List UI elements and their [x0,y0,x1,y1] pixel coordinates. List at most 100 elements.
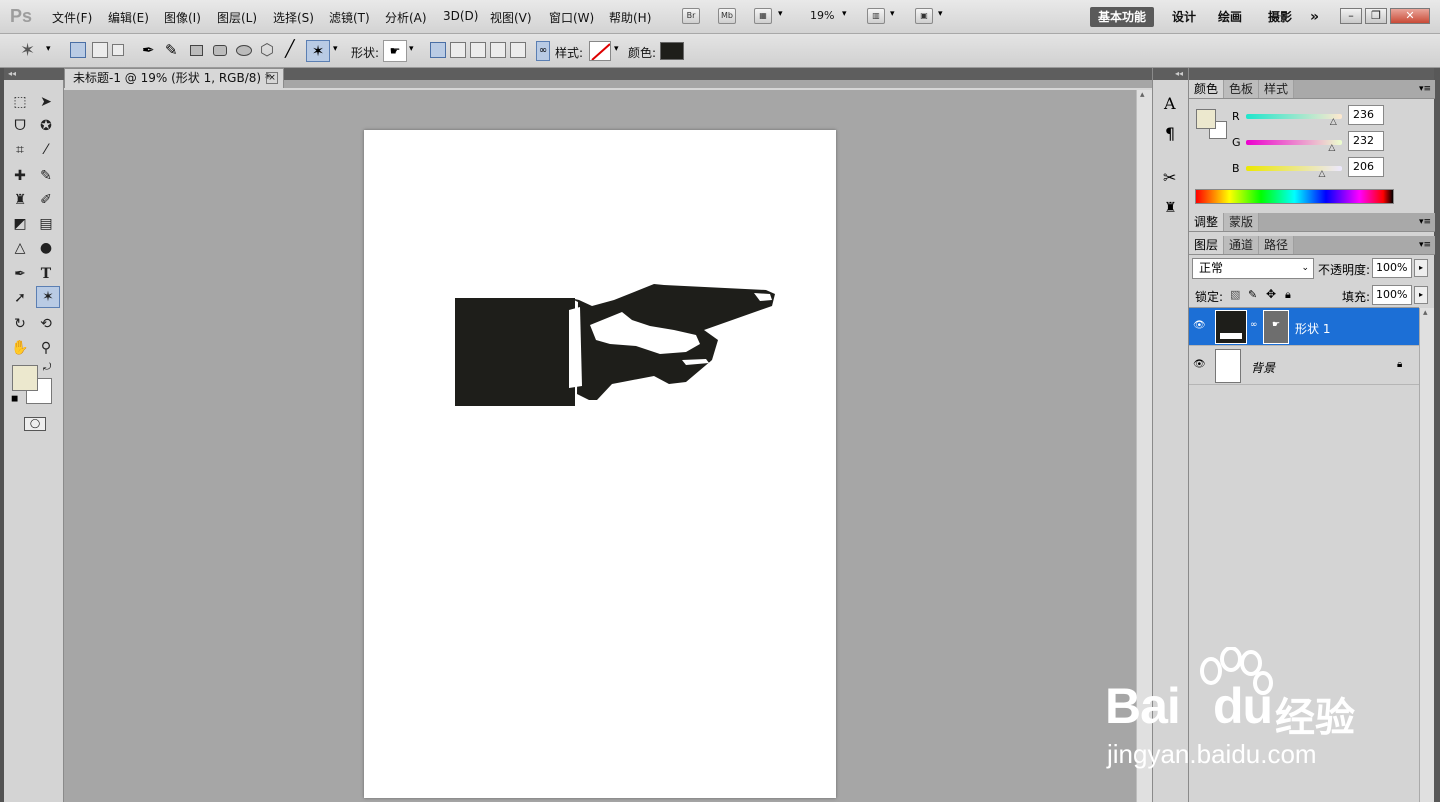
shape-picker-icon[interactable]: ☛ [383,40,407,62]
workspace-essentials[interactable]: 基本功能 [1090,7,1155,27]
custom-shape-preset-icon[interactable]: ✶ [20,40,35,61]
layers-scrollbar[interactable]: ▴ [1419,308,1434,802]
lock-all-icon[interactable]: 🔒︎ [1285,288,1291,302]
default-colors-icon[interactable]: ◼ [11,394,18,404]
document-tab[interactable]: 未标题-1 @ 19% (形状 1, RGB/8) * × [64,68,284,88]
fill-pixels-mode-icon[interactable] [112,44,124,56]
color-panel-foreground-swatch[interactable] [1196,109,1216,129]
tab-masks[interactable]: 蒙版 [1224,213,1260,231]
custom-shape-tool-icon[interactable]: ✶ [306,40,330,62]
type-tool-icon[interactable]: T [36,264,56,284]
chevron-down-icon[interactable]: ▾ [333,44,338,54]
quick-mask-icon[interactable]: ◯ [24,417,46,431]
opacity-arrow-icon[interactable]: ▸ [1414,259,1428,277]
line-tool-icon[interactable]: ╱ [285,39,295,58]
layer-row-background[interactable]: 👁︎ 背景 🔒︎ [1189,347,1419,385]
blend-mode-select[interactable]: 正常 ⌄ [1192,258,1314,279]
lock-transparency-icon[interactable]: ▧ [1230,288,1240,301]
rounded-rectangle-icon[interactable] [213,45,227,56]
clone-source-icon[interactable]: ♜ [1164,200,1177,216]
chevron-down-icon[interactable]: ▾ [890,9,895,19]
blue-value-field[interactable]: 206 [1348,157,1384,177]
menu-layer[interactable]: 图层(L) [217,9,257,26]
canvas[interactable] [364,130,836,798]
dodge-tool-icon[interactable]: ● [36,238,56,258]
marquee-tool-icon[interactable]: ⬚ [10,92,30,112]
paths-mode-icon[interactable] [92,42,108,58]
scroll-up-icon[interactable]: ▴ [1423,308,1428,318]
history-brush-icon[interactable]: ✐ [36,190,56,210]
layer-row-shape-1[interactable]: 👁︎ ∞ ☛ 形状 1 [1189,308,1419,346]
scroll-up-icon[interactable]: ▴ [1140,90,1145,100]
vertical-scrollbar[interactable]: ▴ [1136,90,1152,802]
restore-icon[interactable]: ❐ [1365,8,1387,24]
pointing-hand-shape[interactable] [364,130,836,798]
zoom-tool-icon[interactable]: ⚲ [36,338,56,358]
fill-arrow-icon[interactable]: ▸ [1414,286,1428,304]
quick-selection-icon[interactable]: ✪ [36,116,56,136]
chevron-down-icon[interactable]: ▾ [778,9,783,19]
tab-channels[interactable]: 通道 [1224,236,1260,254]
green-value-field[interactable]: 232 [1348,131,1384,151]
screen-mode-icon[interactable]: ▣ [915,8,933,24]
tab-swatches[interactable]: 色板 [1224,80,1260,98]
blue-slider-thumb-icon[interactable]: △ [1319,169,1326,179]
add-to-shape-icon[interactable] [450,42,466,58]
menu-filter[interactable]: 滤镜(T) [329,9,370,26]
chevron-down-icon[interactable]: ▾ [46,44,51,54]
ellipse-tool-icon[interactable] [236,45,252,56]
extras-icon[interactable]: ▦ [754,8,772,24]
collapse-icon[interactable]: ◂◂ [1153,68,1189,80]
menu-select[interactable]: 选择(S) [273,9,314,26]
opacity-field[interactable]: 100% [1372,258,1412,278]
pen-tool-icon[interactable]: ✒ [10,264,30,284]
workspace-photography[interactable]: 摄影 [1260,7,1300,27]
visibility-eye-icon[interactable]: 👁︎ [1193,320,1206,331]
intersect-shape-icon[interactable] [490,42,506,58]
polygon-tool-icon[interactable]: ⬡ [260,40,274,59]
menu-image[interactable]: 图像(I) [164,9,201,26]
red-slider-thumb-icon[interactable]: △ [1330,117,1337,127]
chevron-down-icon[interactable]: ▾ [614,44,619,54]
color-swatch[interactable] [660,42,684,60]
menu-file[interactable]: 文件(F) [52,9,92,26]
workspace-more-icon[interactable]: » [1302,7,1327,27]
eraser-icon[interactable]: ◩ [10,214,30,234]
tab-color[interactable]: 颜色 [1189,80,1225,98]
brush-tool-icon[interactable]: ✎ [36,166,56,186]
rectangle-tool-icon[interactable] [190,45,203,56]
custom-shape-tool-icon[interactable]: ✶ [36,286,60,308]
lasso-tool-icon[interactable]: ᗜ [10,116,30,136]
link-style-icon[interactable]: ∞ [536,41,550,61]
character-panel-icon[interactable]: A [1164,94,1176,113]
menu-window[interactable]: 窗口(W) [549,9,594,26]
arrange-documents-icon[interactable]: ▥ [867,8,885,24]
tab-styles[interactable]: 样式 [1259,80,1295,98]
subtract-shape-icon[interactable] [470,42,486,58]
paragraph-panel-icon[interactable]: ¶ [1165,124,1175,143]
eyedropper-icon[interactable]: ⁄ [36,140,56,160]
fill-field[interactable]: 100% [1372,285,1412,305]
menu-help[interactable]: 帮助(H) [609,9,651,26]
foreground-color-swatch[interactable] [12,365,38,391]
create-new-shape-icon[interactable] [430,42,446,58]
crop-tool-icon[interactable]: ⌗ [10,140,30,160]
close-tab-icon[interactable]: × [266,72,278,84]
style-picker-icon[interactable] [589,41,611,61]
chevron-down-icon[interactable]: ▾ [409,44,414,54]
red-value-field[interactable]: 236 [1348,105,1384,125]
move-tool-icon[interactable]: ➤ [36,92,56,112]
healing-brush-icon[interactable]: ✚ [10,166,30,186]
3d-rotate-icon[interactable]: ↻ [10,314,30,334]
blue-slider[interactable] [1246,166,1342,171]
freeform-pen-icon[interactable]: ✎ [165,41,178,59]
chevron-down-icon[interactable]: ▾ [842,9,847,19]
visibility-eye-icon[interactable]: 👁︎ [1193,359,1206,370]
lock-position-icon[interactable]: ✥ [1266,287,1276,301]
tab-paths[interactable]: 路径 [1259,236,1295,254]
menu-view[interactable]: 视图(V) [490,9,532,26]
minimize-icon[interactable]: – [1340,8,1362,24]
path-selection-icon[interactable]: ➚ [10,288,30,308]
bridge-button[interactable]: Br [682,8,700,24]
gradient-tool-icon[interactable]: ▤ [36,214,56,234]
